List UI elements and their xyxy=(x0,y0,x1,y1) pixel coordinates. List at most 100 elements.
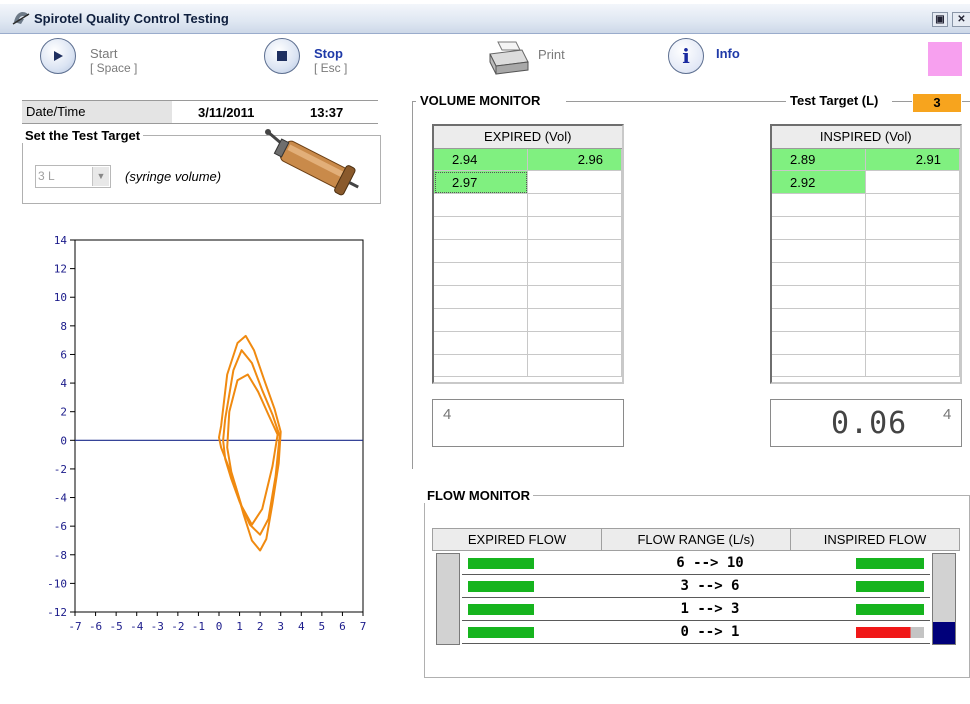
inspired-cell[interactable] xyxy=(865,262,960,286)
inspired-cell[interactable] xyxy=(865,331,960,355)
expired-cell[interactable] xyxy=(434,285,529,309)
expired-cell[interactable] xyxy=(434,262,529,286)
expired-cell[interactable] xyxy=(527,216,622,241)
y-tick-label: -4 xyxy=(54,492,68,505)
inspired-flow-header: INSPIRED FLOW xyxy=(790,528,960,551)
inspired-cell[interactable] xyxy=(772,216,867,241)
expired-row xyxy=(434,331,622,355)
expired-cell[interactable] xyxy=(434,239,529,263)
start-button[interactable]: Start [ Space ] xyxy=(40,38,137,75)
y-tick-label: 8 xyxy=(60,320,67,333)
x-tick-label: 4 xyxy=(298,620,305,633)
y-tick-label: -6 xyxy=(54,520,67,533)
inspired-row xyxy=(772,331,960,355)
expired-row: 2.94 2.96 xyxy=(434,148,622,172)
expired-cell[interactable] xyxy=(527,262,622,286)
expired-cell[interactable] xyxy=(434,354,529,378)
y-tick-label: 12 xyxy=(54,263,67,276)
inspired-readout: 0.06 4 xyxy=(770,399,962,447)
chart-plot-area xyxy=(74,239,364,613)
test-target-value: 3 xyxy=(913,94,961,112)
y-tick-label: 4 xyxy=(60,377,67,390)
inspired-cell[interactable]: 2.89 xyxy=(772,148,867,172)
inspired-cell[interactable] xyxy=(772,285,867,309)
y-tick-label: -2 xyxy=(54,463,67,476)
expired-cell[interactable] xyxy=(527,285,622,309)
expired-header: EXPIRED (Vol) xyxy=(434,126,622,149)
expired-cell[interactable]: 2.96 xyxy=(527,148,622,172)
expired-cell[interactable] xyxy=(434,308,529,332)
expired-cell[interactable] xyxy=(527,239,622,263)
inspired-cell[interactable] xyxy=(865,216,960,241)
inspired-flow-bar xyxy=(856,581,924,592)
expired-row xyxy=(434,239,622,263)
inspired-cell[interactable] xyxy=(772,193,867,218)
title-bar: Spirotel Quality Control Testing ▣ ✕ xyxy=(0,4,970,34)
start-shortcut: [ Space ] xyxy=(90,61,138,75)
expired-row xyxy=(434,308,622,332)
inspired-row xyxy=(772,308,960,332)
inspired-cell[interactable] xyxy=(772,308,867,332)
expired-row xyxy=(434,285,622,309)
close-button[interactable]: ✕ xyxy=(952,12,970,27)
x-tick-label: 6 xyxy=(339,620,346,633)
print-label: Print xyxy=(538,47,565,62)
inspired-cell[interactable]: 2.92 xyxy=(772,170,867,195)
inspired-cell[interactable] xyxy=(772,262,867,286)
volume-select[interactable]: 3 L ▼ xyxy=(35,165,111,188)
info-label: Info xyxy=(716,46,740,61)
expired-cell[interactable] xyxy=(527,354,622,378)
expired-cell[interactable] xyxy=(434,216,529,241)
inspired-cell[interactable] xyxy=(772,239,867,263)
datetime-bar: Date/Time 3/11/2011 13:37 xyxy=(22,100,378,124)
x-tick-label: 3 xyxy=(277,620,284,633)
inspired-cell[interactable] xyxy=(865,170,960,195)
expired-cell[interactable]: 2.94 xyxy=(434,148,529,172)
inspired-readout-count: 4 xyxy=(943,406,952,423)
inspired-flow-bar xyxy=(856,627,924,638)
inspired-cell[interactable] xyxy=(865,285,960,309)
inspired-cell[interactable] xyxy=(865,308,960,332)
inspired-row xyxy=(772,285,960,309)
inspired-cell[interactable] xyxy=(865,239,960,263)
expired-cell[interactable] xyxy=(527,193,622,218)
print-button[interactable]: Print xyxy=(486,40,565,78)
play-icon xyxy=(40,38,76,74)
flow-range-label: 6 --> 10 xyxy=(676,555,744,571)
flow-range-label: 1 --> 3 xyxy=(680,601,740,617)
inspired-cell[interactable] xyxy=(772,354,867,378)
x-tick-label: -5 xyxy=(110,620,123,633)
flow-monitor: EXPIRED FLOW FLOW RANGE (L/s) INSPIRED F… xyxy=(432,528,960,648)
expired-volume-grid: EXPIRED (Vol) 2.94 2.96 2.97 xyxy=(432,124,624,384)
expired-flow-header: EXPIRED FLOW xyxy=(432,528,602,551)
y-tick-label: 0 xyxy=(60,434,67,447)
x-tick-label: 1 xyxy=(236,620,243,633)
expired-cell[interactable] xyxy=(434,331,529,355)
y-tick-label: 14 xyxy=(54,234,68,247)
expired-flow-bar xyxy=(468,627,534,638)
window-title: Spirotel Quality Control Testing xyxy=(34,11,229,26)
expired-row xyxy=(434,216,622,241)
inspired-cell[interactable] xyxy=(865,354,960,378)
inspired-cell[interactable]: 2.91 xyxy=(865,148,960,172)
inspired-cell[interactable] xyxy=(772,331,867,355)
info-button[interactable]: i Info xyxy=(668,38,740,74)
expired-row xyxy=(434,262,622,286)
inspired-row xyxy=(772,354,960,378)
inspired-row: 2.89 2.91 xyxy=(772,148,960,172)
chevron-down-icon: ▼ xyxy=(92,167,109,186)
stop-shortcut: [ Esc ] xyxy=(314,61,348,75)
x-tick-label: -3 xyxy=(151,620,164,633)
inspired-cell[interactable] xyxy=(865,193,960,218)
expired-cell[interactable] xyxy=(527,170,622,195)
restore-button[interactable]: ▣ xyxy=(932,12,948,27)
expired-cell[interactable] xyxy=(527,331,622,355)
stop-button[interactable]: Stop [ Esc ] xyxy=(264,38,347,75)
expired-cell[interactable] xyxy=(434,193,529,218)
y-tick-label: -12 xyxy=(47,606,67,619)
inspired-flow-gauge-fill xyxy=(933,622,955,644)
expired-cell[interactable]: 2.97 xyxy=(434,170,529,195)
expired-row xyxy=(434,354,622,378)
y-tick-label: -10 xyxy=(47,577,67,590)
expired-cell[interactable] xyxy=(527,308,622,332)
